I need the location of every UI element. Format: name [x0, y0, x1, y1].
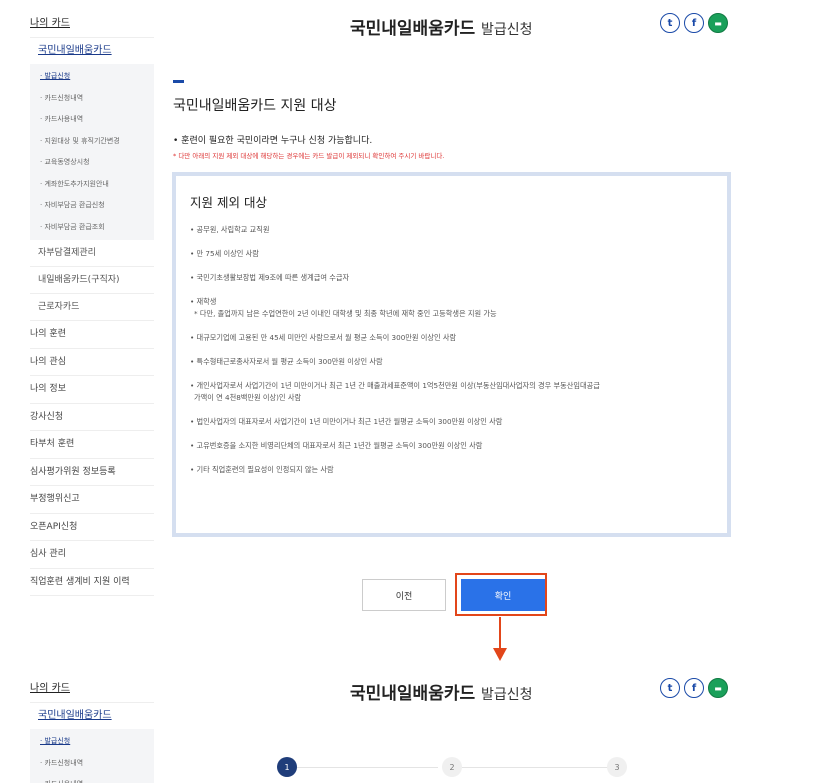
sidebar-item-self-payment[interactable]: 자부담결제관리 [30, 240, 154, 267]
exclusion-item: • 대규모기업에 고용된 만 45세 미만인 사람으로서 월 평균 소득이 30… [190, 333, 457, 342]
sidebar-item-card-usage[interactable]: · 카드사용내역 [30, 774, 154, 783]
sidebar-submenu: · 발급신청 · 카드신청내역 · 카드사용내역 · 지원대상 및 휴직기간변경… [30, 64, 154, 240]
sidebar-item-naeil-card[interactable]: 국민내일배움카드 [30, 703, 154, 729]
page-title-main: 국민내일배움카드 [350, 19, 476, 39]
exclusion-box: 지원 제외 대상 • 공무원, 사립학교 교직원 • 만 75세 이상인 사람 … [172, 172, 731, 537]
sidebar-item-eligibility-change[interactable]: · 지원대상 및 휴직기간변경 [30, 131, 154, 153]
step-indicator-3: 3 [607, 757, 627, 777]
sidebar: 나의 카드 국민내일배움카드 · 발급신청 · 카드신청내역 · 카드사용내역 [30, 675, 154, 783]
page-title: 국민내일배움카드 발급신청 [350, 14, 533, 39]
exclusion-box-title: 지원 제외 대상 [190, 195, 267, 210]
sidebar-item-refund-inquiry[interactable]: · 자비부담금 환급조회 [30, 217, 154, 239]
sidebar-item-review-manage[interactable]: 심사 관리 [30, 541, 154, 569]
sidebar: 나의 카드 국민내일배움카드 · 발급신청 · 카드신청내역 · 카드사용내역 … [30, 10, 154, 596]
exclusion-item-student: • 재학생 * 다만, 졸업까지 남은 수업연한이 2년 이내인 대학생 및 최… [190, 296, 713, 320]
exclusion-item-text: • 개인사업자로서 사업기간이 1년 미만이거나 최근 1년 간 매출과세표준액… [190, 381, 600, 390]
sidebar-item-instructor[interactable]: 강사신청 [30, 404, 154, 431]
exclusion-item: • 공무원, 사립학교 교직원 [190, 225, 270, 234]
sidebar-item-reviewer[interactable]: 심사평가위원 정보등록 [30, 459, 154, 486]
sidebar-item-education-video[interactable]: · 교육동영상시청 [30, 152, 154, 174]
sidebar-item-my-interest[interactable]: 나의 관심 [30, 349, 154, 376]
twitter-icon[interactable]: t [660, 678, 680, 698]
sidebar-item-account-limit[interactable]: · 계좌한도추가지원안내 [30, 174, 154, 196]
exclusion-item-continuation: 가액이 연 4천8백만원 이상)인 사람 [194, 393, 302, 402]
sidebar-item-apply[interactable]: · 발급신청 [30, 731, 154, 753]
application-panel: 나의 카드 국민내일배움카드 · 발급신청 · 카드신청내역 · 카드사용내역 … [0, 0, 830, 625]
page-title-suffix: 발급신청 [481, 687, 533, 703]
sidebar-item-my-info[interactable]: 나의 정보 [30, 376, 154, 404]
page-title-main: 국민내일배움카드 [350, 684, 476, 704]
facebook-icon[interactable]: f [684, 13, 704, 33]
sidebar-item-my-training[interactable]: 나의 훈련 [30, 321, 154, 349]
eligibility-lead: • 훈련이 필요한 국민이라면 누구나 신청 가능합니다. [173, 136, 373, 146]
exclusion-item: • 법인사업자의 대표자로서 사업기간이 1년 미만이거나 최근 1년간 월평균… [190, 417, 503, 426]
sidebar-item-card-history[interactable]: · 카드신청내역 [30, 753, 154, 775]
exclusion-item: • 고유번호증을 소지한 비영리단체의 대표자로서 최근 1년간 월평균 소득이… [190, 441, 483, 450]
sidebar-item-refund-apply[interactable]: · 자비부담금 환급신청 [30, 195, 154, 217]
sidebar-item-other-ministry[interactable]: 타부처 훈련 [30, 431, 154, 459]
step-connector [297, 767, 438, 768]
exclusion-item: • 만 75세 이상인 사람 [190, 249, 259, 258]
sidebar-item-card-usage[interactable]: · 카드사용내역 [30, 109, 154, 131]
exclusion-item-text: • 재학생 [190, 297, 217, 306]
section-title: 국민내일배움카드 지원 대상 [173, 98, 337, 114]
exclusion-note: * 다만 아래의 지원 제외 대상에 해당하는 경우에는 카드 발급이 제외되니… [173, 152, 445, 160]
exclusion-item: • 특수형태근로종사자로서 월 평균 소득이 300만원 이상인 사람 [190, 357, 383, 366]
print-icon[interactable]: ▬ [708, 13, 728, 33]
step-panel: 나의 카드 국민내일배움카드 · 발급신청 · 카드신청내역 · 카드사용내역 … [0, 665, 830, 783]
sidebar-item-worker-card[interactable]: 근로자카드 [30, 294, 154, 321]
sidebar-item-living-cost[interactable]: 직업훈련 생계비 지원 이력 [30, 569, 154, 596]
sidebar-item-job-seeker-card[interactable]: 내일배움카드(구직자) [30, 267, 154, 294]
page-title-suffix: 발급신청 [481, 22, 533, 38]
print-icon[interactable]: ▬ [708, 678, 728, 698]
exclusion-item: • 기타 직업훈련의 필요성이 인정되지 않는 사람 [190, 465, 334, 474]
step-connector [462, 767, 608, 768]
exclusion-item-business: • 개인사업자로서 사업기간이 1년 미만이거나 최근 1년 간 매출과세표준액… [190, 380, 713, 404]
exclusion-item: • 국민기초생활보장법 제9조에 따른 생계급여 수급자 [190, 273, 350, 282]
twitter-icon[interactable]: t [660, 13, 680, 33]
sidebar-item-apply[interactable]: · 발급신청 [30, 66, 154, 88]
facebook-icon[interactable]: f [684, 678, 704, 698]
sidebar-item-my-card[interactable]: 나의 카드 [30, 675, 154, 703]
sidebar-item-fraud-report[interactable]: 부정행위신고 [30, 486, 154, 514]
sidebar-item-naeil-card[interactable]: 국민내일배움카드 [30, 38, 154, 64]
sidebar-item-my-card[interactable]: 나의 카드 [30, 10, 154, 38]
confirm-highlight-box [455, 573, 547, 616]
share-buttons: t f ▬ [660, 13, 728, 33]
section-accent-bar [173, 80, 184, 83]
down-arrow-icon [493, 617, 507, 661]
exclusion-item-subnote: * 다만, 졸업까지 남은 수업연한이 2년 이내인 대학생 및 최종 학년에 … [194, 309, 497, 318]
share-buttons: t f ▬ [660, 678, 728, 698]
prev-button[interactable]: 이전 [362, 579, 446, 611]
page-title: 국민내일배움카드 발급신청 [350, 679, 533, 704]
step-indicator-2: 2 [442, 757, 462, 777]
sidebar-submenu: · 발급신청 · 카드신청내역 · 카드사용내역 [30, 729, 154, 783]
sidebar-item-open-api[interactable]: 오픈API신청 [30, 514, 154, 541]
sidebar-item-card-history[interactable]: · 카드신청내역 [30, 88, 154, 110]
step-indicator-1: 1 [277, 757, 297, 777]
